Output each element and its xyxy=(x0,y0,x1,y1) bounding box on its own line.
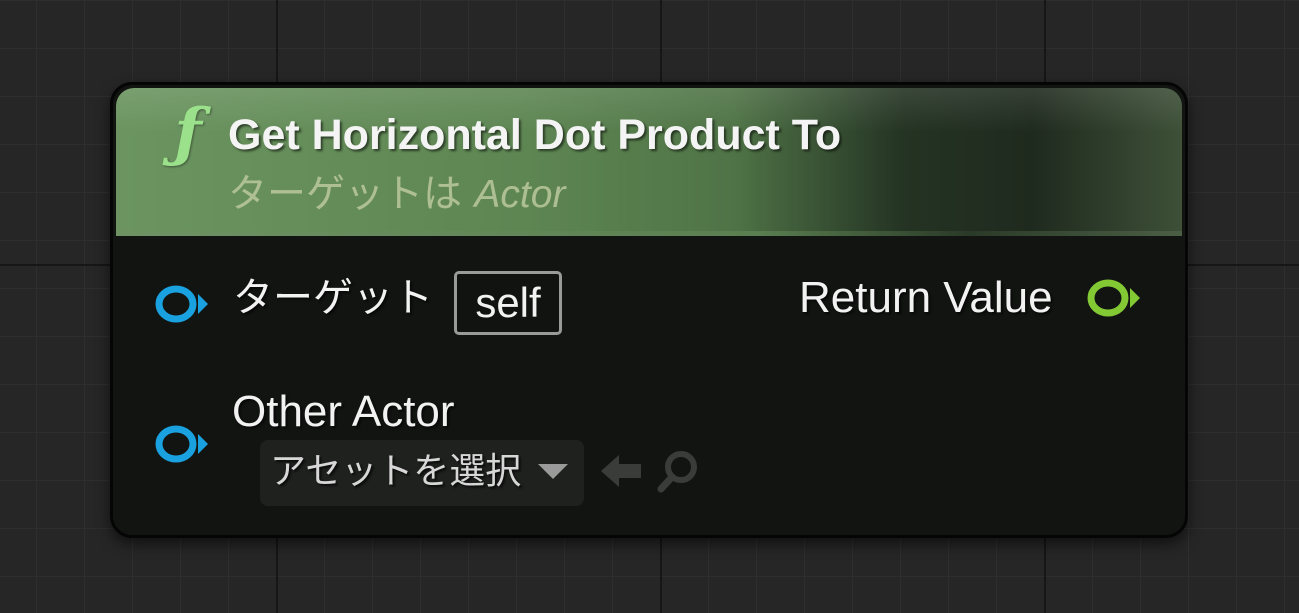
input-pin-other-actor-icon[interactable] xyxy=(154,422,210,466)
node-title: Get Horizontal Dot Product To xyxy=(228,111,842,159)
browse-search-icon[interactable] xyxy=(655,447,703,495)
node-subtitle-prefix: ターゲットは xyxy=(228,172,475,217)
output-pin-return-value-label: Return Value xyxy=(799,273,1053,322)
node-subtitle-class: Actor xyxy=(474,173,566,216)
node-subtitle: ターゲットは Actor xyxy=(228,172,565,218)
input-pin-other-actor-label: Other Actor xyxy=(232,387,455,436)
function-icon: ƒ xyxy=(174,95,202,170)
node-header[interactable]: ƒ Get Horizontal Dot Product To ターゲットは A… xyxy=(116,88,1182,236)
chevron-down-icon xyxy=(538,464,568,479)
asset-picker-dropdown[interactable]: アセットを選択 xyxy=(260,440,584,506)
input-pin-target-icon[interactable] xyxy=(154,282,210,326)
output-pin-return-value-icon[interactable] xyxy=(1086,276,1142,320)
asset-picker-placeholder: アセットを選択 xyxy=(270,451,522,492)
use-selected-arrow-icon[interactable] xyxy=(597,447,645,495)
blueprint-node-get-horizontal-dot-product-to[interactable]: ƒ Get Horizontal Dot Product To ターゲットは A… xyxy=(110,82,1188,538)
input-pin-target-label: ターゲット xyxy=(233,275,433,321)
header-divider xyxy=(116,231,1182,236)
target-default-value-field[interactable]: self xyxy=(454,271,562,335)
